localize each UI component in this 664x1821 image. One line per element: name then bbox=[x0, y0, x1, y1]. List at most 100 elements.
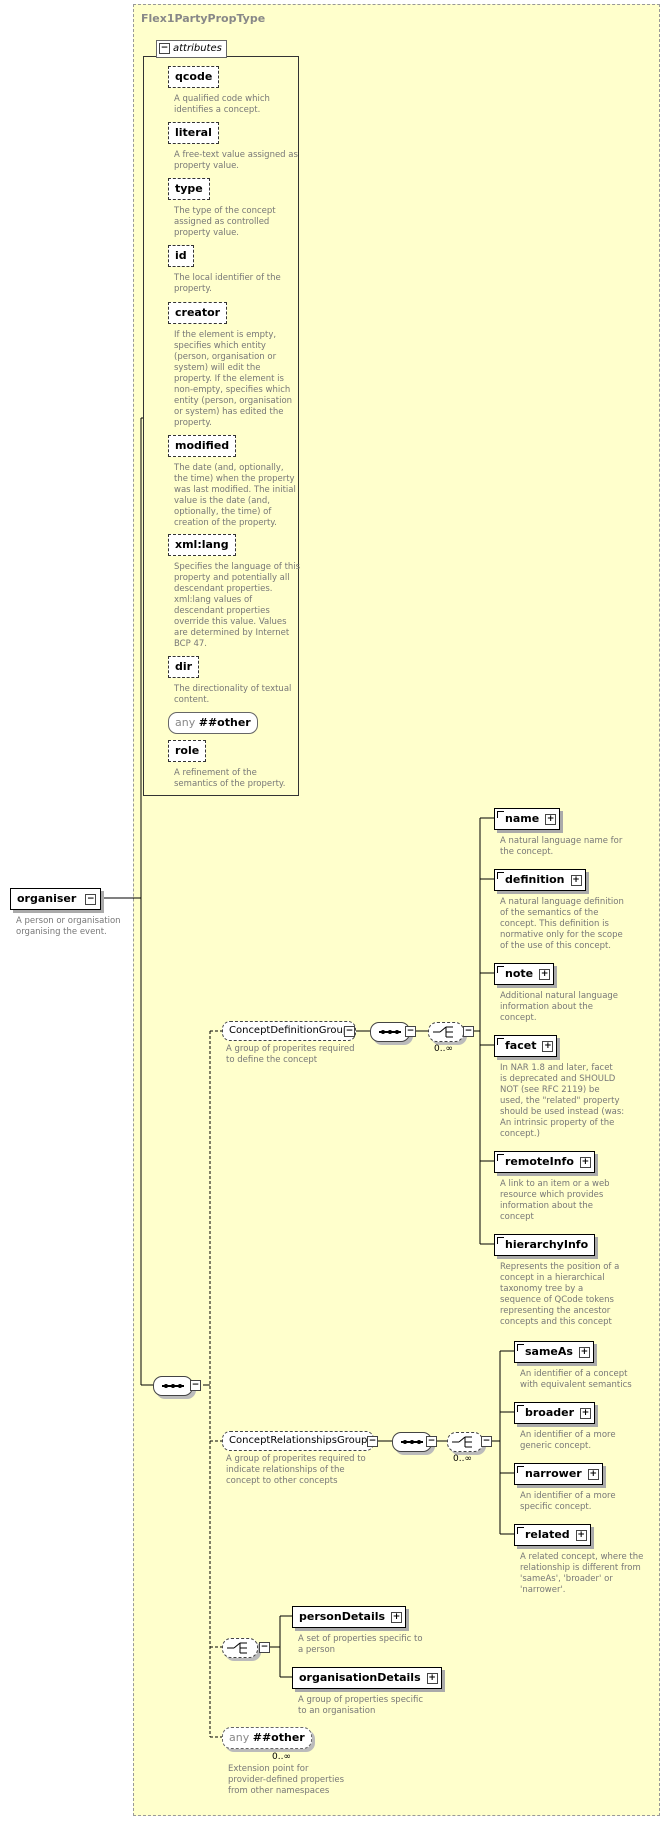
attribute-creator[interactable]: creator bbox=[168, 302, 228, 324]
element-desc: A link to an item or a web resource which… bbox=[500, 1179, 610, 1222]
group-label: ConceptRelationshipsGroup bbox=[229, 1435, 368, 1446]
element-desc: Additional natural language information a… bbox=[500, 991, 619, 1023]
collapse-icon[interactable]: − bbox=[426, 1436, 437, 1447]
collapse-icon[interactable]: − bbox=[405, 1026, 416, 1037]
collapse-icon[interactable]: − bbox=[481, 1436, 492, 1447]
expand-icon[interactable]: + bbox=[579, 1157, 591, 1168]
attributes-header[interactable]: − attributes bbox=[156, 40, 227, 58]
expand-icon[interactable]: + bbox=[545, 814, 557, 825]
element-related[interactable]: related + bbox=[514, 1524, 591, 1546]
expand-icon[interactable]: + bbox=[539, 969, 551, 980]
any-attribute[interactable]: any ##other bbox=[168, 712, 258, 734]
attribute-desc: A free-text value assigned as property va… bbox=[174, 150, 298, 171]
expand-icon[interactable]: + bbox=[391, 1612, 403, 1623]
element-facet[interactable]: facet + bbox=[494, 1035, 558, 1057]
attribute-desc: A qualified code which identifies a conce… bbox=[174, 94, 270, 115]
expand-icon[interactable]: + bbox=[578, 1347, 590, 1358]
attribute-desc: Specifies the language of this property a… bbox=[174, 562, 301, 649]
element-desc: Represents the position of a concept in a… bbox=[500, 1262, 620, 1327]
root-element-desc: A person or organisation organising the e… bbox=[16, 916, 121, 937]
attribute-dir[interactable]: dir bbox=[168, 656, 200, 678]
group-label: ConceptDefinitionGroup bbox=[229, 1025, 350, 1036]
attribute-xml-lang[interactable]: xml:lang bbox=[168, 534, 236, 556]
collapse-icon[interactable]: − bbox=[259, 1642, 270, 1653]
attribute-desc: The local identifier of the property. bbox=[174, 273, 281, 294]
any-value: ##other bbox=[198, 716, 251, 729]
collapse-icon[interactable]: − bbox=[159, 43, 170, 54]
element-label: organisationDetails bbox=[299, 1671, 421, 1684]
expand-icon[interactable]: + bbox=[542, 1041, 554, 1052]
element-label: related bbox=[525, 1528, 570, 1541]
expand-icon[interactable]: + bbox=[570, 875, 582, 886]
expand-icon[interactable]: + bbox=[426, 1673, 438, 1684]
any-element-desc: Extension point for provider-defined prop… bbox=[228, 1764, 345, 1796]
expand-icon[interactable]: + bbox=[575, 1530, 587, 1541]
root-element-organiser[interactable]: organiser − bbox=[10, 888, 102, 910]
element-desc: An identifier of a more specific concept. bbox=[520, 1491, 616, 1512]
element-label: definition bbox=[505, 873, 565, 886]
choice-compositor bbox=[447, 1432, 483, 1452]
any-value: ##other bbox=[252, 1731, 305, 1744]
element-label: broader bbox=[525, 1406, 575, 1419]
element-broader[interactable]: broader + bbox=[514, 1402, 596, 1424]
group-desc: A group of properites required to indicat… bbox=[226, 1454, 366, 1486]
choice-compositor bbox=[428, 1022, 464, 1042]
attribute-desc: The type of the concept assigned as contr… bbox=[174, 206, 276, 238]
attribute-desc: If the element is empty, specifies which … bbox=[174, 330, 293, 428]
collapse-icon[interactable]: − bbox=[190, 1380, 201, 1391]
any-element-wildcard[interactable]: any ##other bbox=[222, 1727, 312, 1749]
element-desc: A related concept, where the relationship… bbox=[520, 1552, 644, 1595]
sequence-compositor bbox=[153, 1376, 193, 1396]
any-keyword: any bbox=[175, 716, 196, 729]
element-definition[interactable]: definition + bbox=[494, 869, 586, 891]
choice-compositor bbox=[222, 1638, 258, 1658]
occurrence-label: 0..∞ bbox=[272, 1752, 291, 1762]
collapse-icon[interactable]: − bbox=[85, 894, 97, 905]
attribute-modified[interactable]: modified bbox=[168, 435, 237, 457]
collapse-icon[interactable]: − bbox=[367, 1436, 378, 1447]
any-keyword: any bbox=[229, 1731, 250, 1744]
expand-icon[interactable]: + bbox=[587, 1469, 599, 1480]
collapse-icon[interactable]: − bbox=[463, 1026, 474, 1037]
element-persondetails[interactable]: personDetails + bbox=[292, 1606, 407, 1628]
attribute-literal[interactable]: literal bbox=[168, 122, 219, 144]
element-organisationdetails[interactable]: organisationDetails + bbox=[292, 1667, 442, 1689]
attribute-desc: A refinement of the semantics of the prop… bbox=[174, 768, 286, 789]
expand-icon[interactable]: + bbox=[580, 1408, 592, 1419]
element-label: sameAs bbox=[525, 1345, 573, 1358]
choice-icon bbox=[433, 1026, 453, 1038]
element-name[interactable]: name + bbox=[494, 808, 561, 830]
collapse-icon[interactable]: − bbox=[344, 1026, 355, 1037]
element-label: remoteInfo bbox=[505, 1155, 574, 1168]
sequence-compositor bbox=[370, 1022, 410, 1042]
concept-definition-group[interactable]: ConceptDefinitionGroup bbox=[222, 1021, 357, 1041]
element-label: hierarchyInfo bbox=[505, 1238, 589, 1251]
element-desc: An identifier of a more generic concept. bbox=[520, 1430, 616, 1451]
element-remoteinfo[interactable]: remoteInfo + bbox=[494, 1151, 595, 1173]
element-label: name bbox=[505, 812, 540, 825]
attribute-role[interactable]: role bbox=[168, 740, 207, 762]
element-sameas[interactable]: sameAs + bbox=[514, 1341, 594, 1363]
element-desc: A natural language name for the concept. bbox=[500, 836, 623, 857]
element-desc: A set of properties specific to a person bbox=[298, 1634, 423, 1655]
occurrence-label: 0..∞ bbox=[434, 1044, 453, 1054]
element-desc: In NAR 1.8 and later, facet is deprecated… bbox=[500, 1063, 625, 1139]
attribute-desc: The directionality of textual content. bbox=[174, 684, 292, 705]
element-label: personDetails bbox=[299, 1610, 386, 1623]
attributes-header-label: attributes bbox=[173, 43, 222, 54]
attribute-type[interactable]: type bbox=[168, 178, 210, 200]
element-hierarchyinfo[interactable]: hierarchyInfo bbox=[494, 1234, 596, 1256]
attribute-qcode[interactable]: qcode bbox=[168, 66, 220, 88]
choice-icon bbox=[227, 1642, 247, 1654]
element-desc: An identifier of a concept with equivalen… bbox=[520, 1369, 632, 1390]
element-desc: A natural language definition of the sema… bbox=[500, 897, 624, 951]
element-label: narrower bbox=[525, 1467, 582, 1480]
group-desc: A group of properites required to define … bbox=[226, 1044, 355, 1065]
element-narrower[interactable]: narrower + bbox=[514, 1463, 603, 1485]
choice-icon bbox=[452, 1436, 472, 1448]
attribute-id[interactable]: id bbox=[168, 245, 194, 267]
attribute-desc: The date (and, optionally, the time) when… bbox=[174, 463, 296, 528]
element-note[interactable]: note + bbox=[494, 963, 555, 985]
element-label: note bbox=[505, 967, 534, 980]
concept-relationships-group[interactable]: ConceptRelationshipsGroup bbox=[222, 1431, 375, 1451]
